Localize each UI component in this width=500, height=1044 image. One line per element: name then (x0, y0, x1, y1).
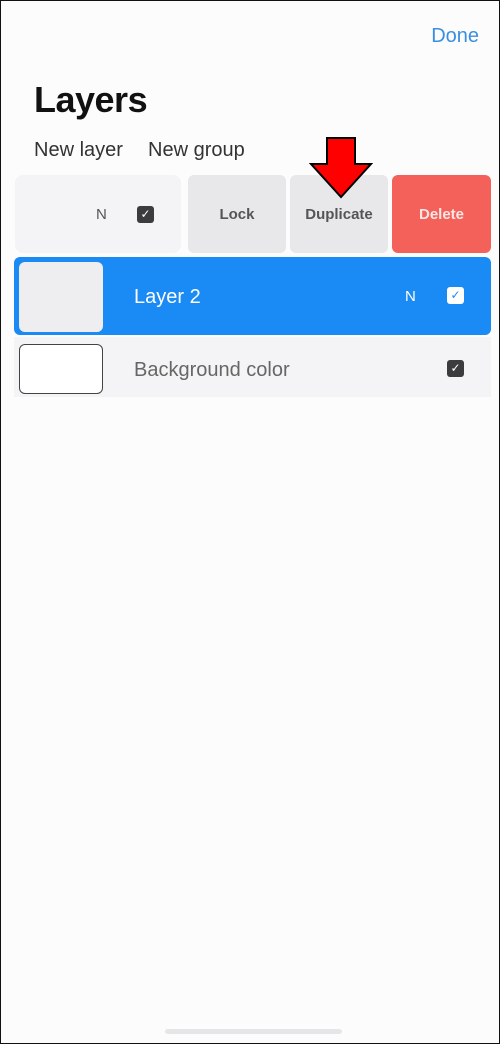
home-indicator (165, 1029, 342, 1034)
blend-mode-label[interactable]: N (96, 206, 107, 223)
layer-name: Layer 2 (134, 286, 201, 308)
done-button[interactable]: Done (431, 25, 479, 48)
delete-button[interactable]: Delete (392, 175, 491, 253)
new-group-button[interactable]: New group (148, 139, 245, 162)
blend-mode-label[interactable]: N (405, 288, 416, 305)
swiped-layer-row[interactable]: N ✓ Lock Duplicate Delete (15, 175, 491, 253)
visibility-checkbox[interactable]: ✓ (447, 360, 464, 377)
check-icon: ✓ (450, 288, 461, 302)
layer-thumbnail[interactable] (19, 262, 103, 332)
new-layer-button[interactable]: New layer (34, 139, 123, 162)
screen-frame: Done Layers New layer New group N ✓ Lock… (0, 0, 500, 1044)
annotation-arrow-icon (309, 137, 373, 199)
check-icon: ✓ (140, 207, 151, 221)
layer-name: Background color (134, 359, 290, 381)
page-title: Layers (34, 79, 148, 120)
lock-button[interactable]: Lock (188, 175, 286, 253)
swiped-layer-content[interactable]: N ✓ (15, 175, 181, 253)
visibility-checkbox[interactable]: ✓ (447, 287, 464, 304)
layer-row-selected[interactable]: Layer 2 N ✓ (14, 257, 491, 335)
background-color-swatch[interactable] (19, 344, 103, 394)
visibility-checkbox[interactable]: ✓ (137, 206, 154, 223)
layer-row-background[interactable]: Background color ✓ (14, 337, 491, 397)
check-icon: ✓ (450, 361, 461, 375)
